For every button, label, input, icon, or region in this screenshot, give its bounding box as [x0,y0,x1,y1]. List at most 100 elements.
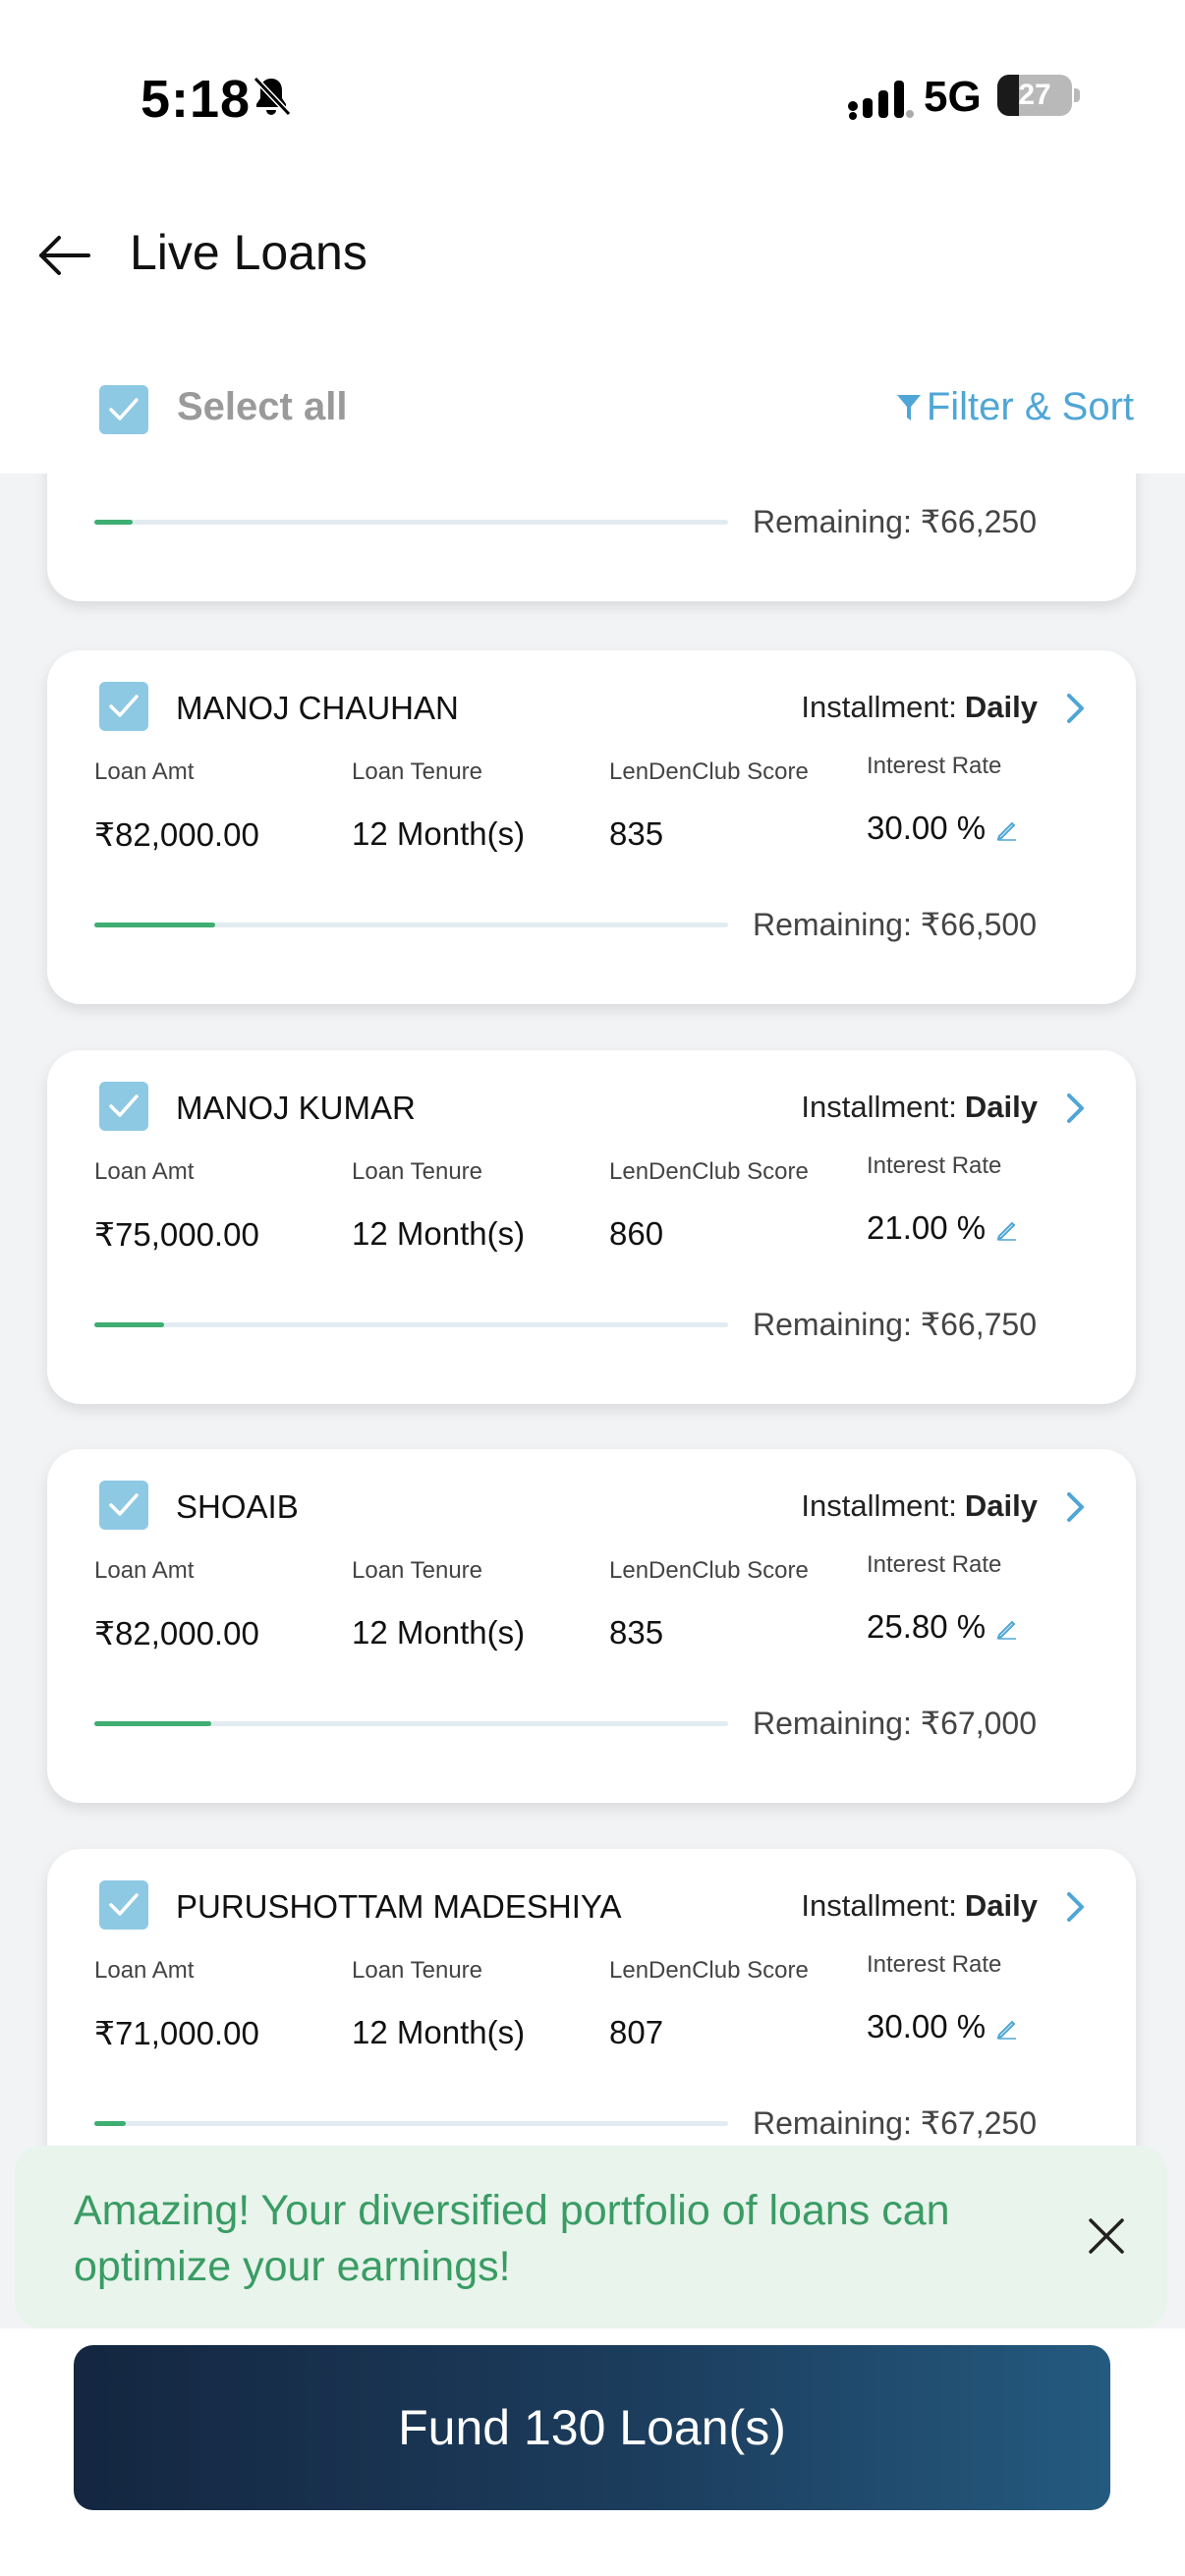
repayment-progress-fill [94,520,133,525]
check-icon [109,1094,139,1117]
lendenclub-score: 835 [609,815,664,852]
interest-rate-label: Interest Rate [867,1551,1002,1578]
loan-select-checkbox[interactable] [99,682,148,731]
remaining-amount: Remaining: ₹66,750 [753,1307,1037,1342]
loan-tenure: 12 Month(s) [352,1215,526,1252]
chevron-right-icon[interactable] [1065,1092,1087,1125]
signal-icon [848,81,914,120]
filter-sort-label: Filter & Sort [926,385,1134,428]
repayment-progress-bar [94,1721,728,1726]
battery-body: 27 [997,75,1072,116]
network-type: 5G [924,73,982,121]
pencil-edit-icon[interactable] [995,2017,1019,2041]
loan-amount: ₹75,000.00 [94,1216,259,1253]
loan-select-checkbox[interactable] [99,1481,148,1530]
loan-tenure-label: Loan Tenure [352,758,483,785]
score-label: LenDenClub Score [609,758,809,785]
installment-value: Daily [964,690,1038,724]
interest-rate-value[interactable]: 25.80 % [867,1608,1019,1646]
loan-amount: ₹71,000.00 [94,2015,259,2051]
interest-rate: 25.80 % [867,1608,987,1645]
loan-tenure: 12 Month(s) [352,815,526,852]
check-icon [109,1893,139,1916]
interest-rate: 30.00 % [867,810,987,846]
installment-label: Installment: [801,690,957,724]
installment-info: Installment: Daily [801,1090,1038,1125]
score-label: LenDenClub Score [609,1957,809,1984]
installment-label: Installment: [801,1488,957,1523]
interest-rate-value[interactable]: 30.00 % [867,2008,1019,2045]
remaining-amount: Remaining: ₹67,000 [753,1706,1037,1741]
status-time: 5:18 [141,70,252,129]
repayment-progress-fill [94,923,215,927]
loan-tenure-label: Loan Tenure [352,1957,483,1984]
back-arrow-icon[interactable] [35,226,94,285]
loan-card[interactable]: Remaining: ₹66,250 [47,474,1136,601]
loan-card[interactable]: MANOJ CHAUHAN Installment: Daily Loan Amt… [47,650,1136,1004]
loan-amount: ₹82,000.00 [94,1615,259,1652]
installment-value: Daily [964,1488,1038,1523]
pencil-edit-icon[interactable] [995,1617,1019,1641]
battery-level: 27 [1018,79,1051,111]
pencil-edit-icon[interactable] [995,1218,1019,1242]
borrower-name: SHOAIB [176,1488,299,1525]
borrower-name: MANOJ KUMAR [176,1090,416,1126]
chevron-right-icon[interactable] [1065,1890,1087,1924]
loan-amt-label: Loan Amt [94,1557,195,1584]
remaining-amount: Remaining: ₹66,500 [753,907,1037,942]
close-icon[interactable] [1085,2214,1128,2258]
check-icon [109,1493,139,1516]
loan-amt-label: Loan Amt [94,1158,195,1185]
interest-rate-label: Interest Rate [867,1951,1002,1978]
repayment-progress-fill [94,1322,164,1327]
interest-rate-label: Interest Rate [867,1152,1002,1179]
select-all-checkbox[interactable] [99,385,148,434]
loan-tenure-label: Loan Tenure [352,1158,483,1185]
lendenclub-score: 860 [609,1215,664,1252]
repayment-progress-bar [94,1322,728,1327]
select-all-bar: Select all Filter & Sort [0,354,1185,474]
battery-cap [1074,88,1080,102]
bottom-action-bar: Fund 130 Loan(s) [0,2328,1185,2576]
lendenclub-score: 807 [609,2014,664,2050]
filter-sort-button[interactable]: Filter & Sort [895,385,1134,429]
installment-info: Installment: Daily [801,1888,1038,1924]
check-icon [109,695,139,717]
installment-info: Installment: Daily [801,1488,1038,1524]
loan-card[interactable]: PURUSHOTTAM MADESHIYA Installment: Daily … [47,1849,1136,2152]
repayment-progress-bar [94,520,728,525]
loan-select-checkbox[interactable] [99,1082,148,1131]
borrower-name: MANOJ CHAUHAN [176,690,459,726]
loan-list[interactable]: Remaining: ₹66,250 MANOJ CHAUHAN Install… [0,474,1185,2152]
portfolio-toast: Amazing! Your diversified portfolio of l… [15,2146,1167,2328]
repayment-progress-fill [94,2121,127,2126]
loan-select-checkbox[interactable] [99,1880,148,1930]
loan-tenure: 12 Month(s) [352,1614,526,1651]
interest-rate: 21.00 % [867,1209,987,1246]
installment-value: Daily [964,1090,1038,1124]
battery-icon: 27 [997,75,1080,116]
interest-rate: 30.00 % [867,2008,987,2044]
score-label: LenDenClub Score [609,1158,809,1185]
app-header: Live Loans [0,187,1185,354]
chevron-right-icon[interactable] [1065,692,1087,725]
status-bar: 5:18 5G 27 [0,0,1185,187]
borrower-name: PURUSHOTTAM MADESHIYA [176,1888,622,1925]
chevron-right-icon[interactable] [1065,1490,1087,1524]
bell-muted-icon [253,76,292,117]
repayment-progress-fill [94,1721,212,1726]
pencil-edit-icon[interactable] [995,818,1019,842]
loan-card[interactable]: MANOJ KUMAR Installment: Daily Loan Amt L… [47,1050,1136,1404]
fund-loans-button[interactable]: Fund 130 Loan(s) [74,2345,1110,2510]
installment-info: Installment: Daily [801,690,1038,725]
check-icon [109,398,139,420]
installment-label: Installment: [801,1888,957,1923]
remaining-amount: Remaining: ₹67,250 [753,2105,1037,2141]
loan-card[interactable]: SHOAIB Installment: Daily Loan Amt Loan T… [47,1449,1136,1803]
installment-value: Daily [964,1888,1038,1923]
lendenclub-score: 835 [609,1614,664,1651]
select-all-label[interactable]: Select all [177,385,347,429]
interest-rate-value[interactable]: 30.00 % [867,810,1019,847]
interest-rate-value[interactable]: 21.00 % [867,1209,1019,1247]
loan-tenure-label: Loan Tenure [352,1557,483,1584]
